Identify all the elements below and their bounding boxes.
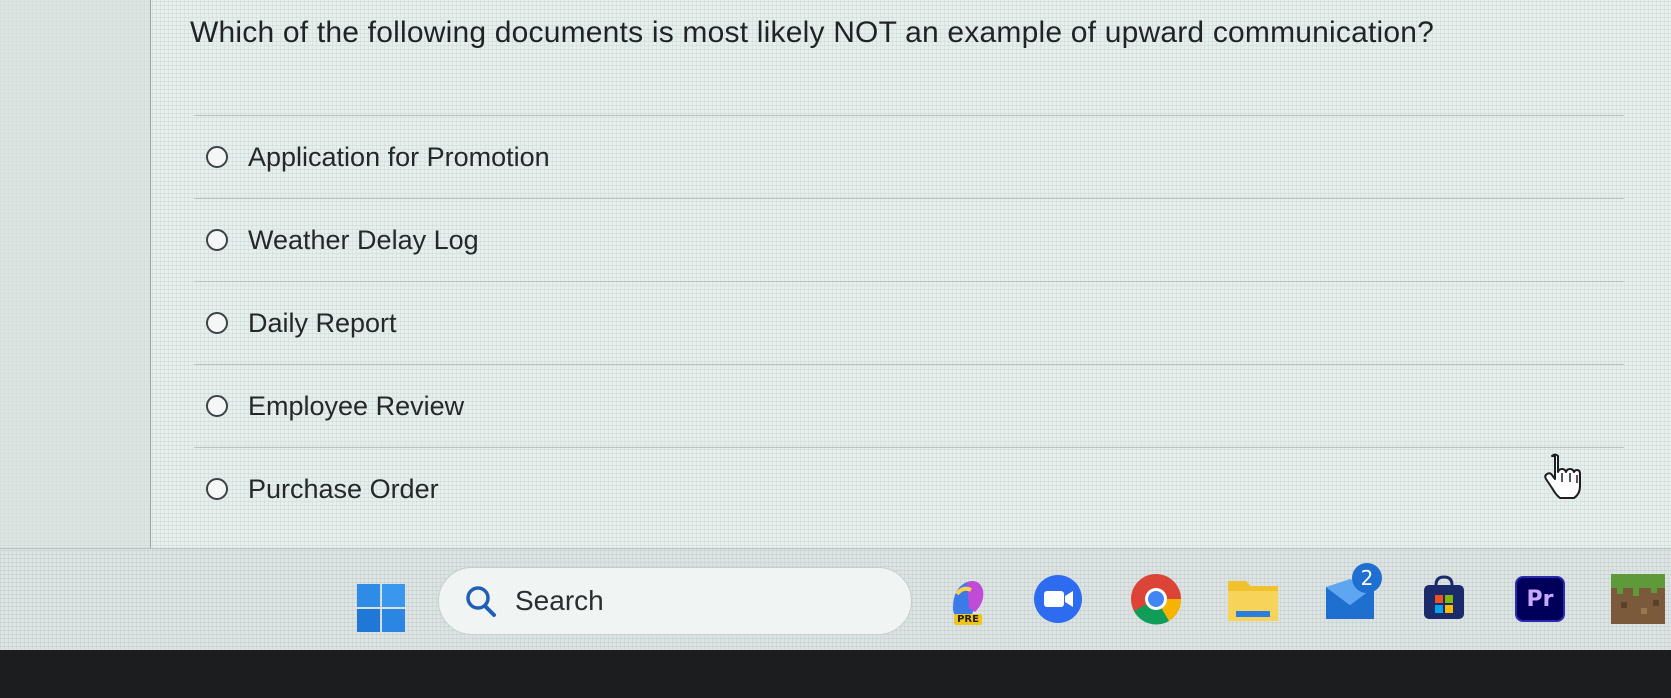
copilot-pre-icon[interactable]: PRE	[940, 571, 996, 627]
quiz-panel: Which of the following documents is most…	[150, 0, 1671, 560]
store-bag-icon	[1424, 575, 1464, 619]
notification-badge: 2	[1352, 563, 1382, 593]
option-label: Daily Report	[248, 307, 397, 338]
radio-button[interactable]	[206, 395, 228, 417]
file-explorer-icon[interactable]	[1225, 571, 1281, 627]
pre-label: PRE	[954, 614, 982, 625]
chrome-icon[interactable]	[1128, 571, 1184, 627]
zoom-camera-icon	[1034, 575, 1082, 623]
chrome-logo-icon	[1131, 574, 1182, 625]
option-employee-review[interactable]: Employee Review	[194, 364, 1624, 447]
answer-options: Application for Promotion Weather Delay …	[194, 115, 1624, 530]
taskbar: Search PRE 2 Pr	[0, 548, 1671, 651]
left-gutter	[0, 0, 151, 560]
hand-cursor-icon	[1544, 453, 1581, 499]
windows-start-icon[interactable]	[356, 583, 406, 633]
radio-button[interactable]	[206, 146, 228, 168]
premiere-pro-tile: Pr	[1515, 576, 1565, 622]
taskbar-search-box[interactable]: Search	[438, 567, 912, 635]
option-weather-delay-log[interactable]: Weather Delay Log	[194, 198, 1624, 281]
minecraft-icon[interactable]	[1610, 571, 1666, 627]
radio-button[interactable]	[206, 478, 228, 500]
premiere-pro-label: Pr	[1526, 586, 1554, 612]
folder-icon	[1228, 581, 1278, 621]
search-label: Search	[515, 585, 604, 616]
monitor-bezel	[0, 650, 1671, 698]
radio-button[interactable]	[206, 229, 228, 251]
option-label: Application for Promotion	[248, 141, 550, 172]
radio-button[interactable]	[206, 312, 228, 334]
option-application-for-promotion[interactable]: Application for Promotion	[194, 115, 1624, 198]
search-icon	[466, 586, 496, 617]
option-label: Purchase Order	[248, 473, 439, 504]
option-label: Employee Review	[248, 390, 465, 421]
mail-icon[interactable]: 2	[1322, 563, 1382, 627]
zoom-icon[interactable]	[1030, 571, 1086, 627]
option-purchase-order[interactable]: Purchase Order	[194, 447, 1624, 530]
option-daily-report[interactable]: Daily Report	[194, 281, 1624, 364]
grass-block-icon	[1611, 574, 1665, 624]
premiere-pro-icon[interactable]: Pr	[1512, 571, 1568, 627]
microsoft-store-icon[interactable]	[1416, 571, 1472, 627]
question-text: Which of the following documents is most…	[190, 16, 1435, 49]
option-label: Weather Delay Log	[248, 224, 479, 255]
